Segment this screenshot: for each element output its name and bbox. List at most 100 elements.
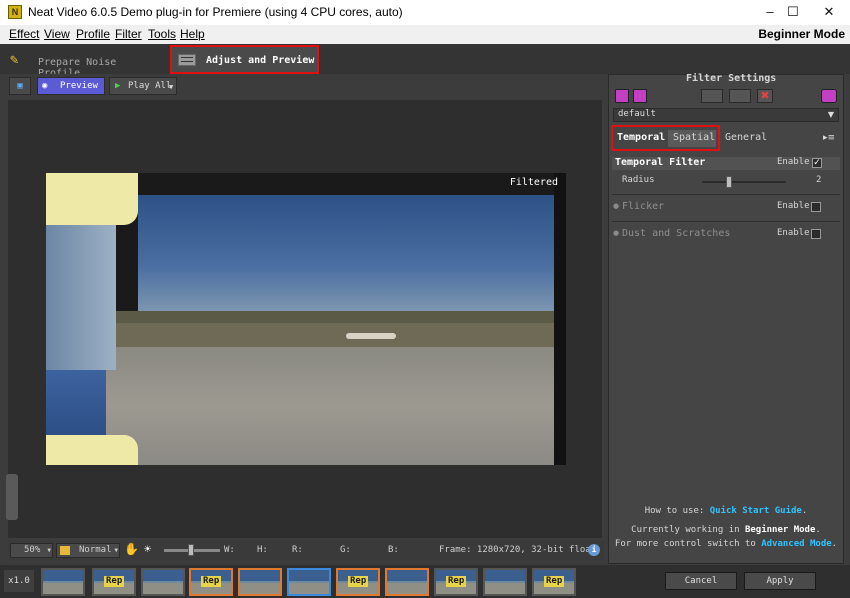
radius-label: Radius <box>622 175 655 185</box>
radius-slider-thumb[interactable] <box>726 176 732 188</box>
grass-region <box>46 323 566 347</box>
frame-thumbnail[interactable]: Rep <box>336 568 380 596</box>
wand-icon: ✎ <box>10 52 19 68</box>
film-edge-top <box>46 173 138 225</box>
flicker-label: Flicker <box>622 201 665 212</box>
frame-thumbnail[interactable]: Rep <box>532 568 576 596</box>
help-punct: . <box>831 539 838 549</box>
close-button[interactable]: ✕ <box>806 0 850 25</box>
menu-effect[interactable]: Effect <box>9 27 39 41</box>
b-readout: B: <box>388 545 399 555</box>
frame-thumbnail[interactable] <box>483 568 527 596</box>
menu-tools[interactable]: Tools <box>148 27 176 41</box>
frame-thumbnail[interactable] <box>141 568 185 596</box>
fit-view-button[interactable]: ▣ <box>9 77 31 95</box>
sky-region <box>138 195 558 313</box>
eye-icon: ◉ <box>42 81 48 91</box>
temporal-enable-label: Enable <box>777 157 810 167</box>
cancel-button[interactable]: Cancel <box>665 572 737 590</box>
preset-value: default <box>618 109 656 119</box>
undo-icon[interactable] <box>701 89 723 103</box>
frame-info: Frame: 1280x720, 32-bit float <box>439 545 597 555</box>
blend-mode-dropdown[interactable]: Normal ▼ <box>56 543 120 558</box>
video-frame: Filtered <box>46 173 566 465</box>
chevron-down-icon[interactable]: ▼ <box>169 79 173 95</box>
zoom-value: 50% <box>24 545 41 555</box>
preview-button[interactable]: ◉ Preview <box>37 77 105 95</box>
flicker-enable-label: Enable <box>777 201 810 211</box>
play-icon: ▶ <box>115 81 121 91</box>
film-edge-bottom <box>46 435 138 465</box>
sliders-icon <box>178 54 196 66</box>
frame-thumbnail[interactable]: Rep <box>92 568 136 596</box>
film-edge-blue <box>46 370 106 435</box>
advanced-mode-link[interactable]: Advanced Mode <box>761 539 831 549</box>
help-punct: . <box>815 525 821 535</box>
frame-thumbnail[interactable] <box>287 568 331 596</box>
h-readout: H: <box>257 545 268 555</box>
help-punct: . <box>801 506 808 516</box>
rep-badge: Rep <box>104 576 125 587</box>
delete-icon[interactable]: ✖ <box>757 89 773 103</box>
menu-view[interactable]: View <box>44 27 70 41</box>
open-preset-icon[interactable] <box>615 89 629 103</box>
quick-start-guide-link[interactable]: Quick Start Guide <box>710 506 802 516</box>
menu-help[interactable]: Help <box>180 27 205 41</box>
frame-thumbnail[interactable] <box>238 568 282 596</box>
radius-slider[interactable] <box>702 176 786 188</box>
temporal-enable-checkbox[interactable]: ✓ <box>812 158 822 168</box>
save-preset-icon[interactable] <box>633 89 647 103</box>
playback-speed[interactable]: x1.0 <box>4 570 34 592</box>
frame-thumbnail[interactable] <box>41 568 85 596</box>
info-icon[interactable]: i <box>588 544 600 556</box>
tab-adjust-and-preview[interactable]: Adjust and Preview <box>170 45 319 74</box>
blend-mode-value: Normal <box>79 545 112 555</box>
tab-strip: ✎ Prepare Noise Profile Adjust and Previ… <box>0 44 850 79</box>
hand-tool-icon[interactable]: ✋ <box>124 542 139 556</box>
preview-label: Preview <box>60 81 98 91</box>
flicker-enable-checkbox[interactable] <box>811 202 821 212</box>
dust-scratches-label: Dust and Scratches <box>622 228 731 239</box>
rep-badge: Rep <box>544 576 565 587</box>
frame-thumbnail[interactable] <box>385 568 429 596</box>
temporal-filter-label: Temporal Filter <box>615 157 706 168</box>
fit-icon: ▣ <box>17 81 23 91</box>
expand-icon[interactable]: ● <box>613 229 619 237</box>
subtab-general[interactable]: General <box>725 132 767 143</box>
dust-enable-label: Enable <box>777 228 810 238</box>
dust-enable-checkbox[interactable] <box>811 229 821 239</box>
info-preset-icon[interactable] <box>821 89 837 103</box>
subtab-temporal[interactable]: Temporal <box>617 132 665 143</box>
redo-icon[interactable] <box>729 89 751 103</box>
frame-strip: x1.0 Rep Rep Rep Rep Rep Cancel Apply <box>0 565 850 598</box>
window-title: Neat Video 6.0.5 Demo plug-in for Premie… <box>28 5 403 19</box>
brightness-slider-thumb[interactable] <box>188 544 194 556</box>
expand-icon[interactable]: ● <box>613 202 619 210</box>
airplane-shape <box>346 333 396 339</box>
video-viewer[interactable]: Filtered <box>8 100 602 538</box>
list-menu-icon[interactable]: ▸≡ <box>823 133 835 143</box>
r-readout: R: <box>292 545 303 555</box>
frame-thumbnail[interactable]: Rep <box>189 568 233 596</box>
menu-profile[interactable]: Profile <box>76 27 110 41</box>
mode-indicator[interactable]: Beginner Mode <box>758 27 845 41</box>
rep-badge: Rep <box>201 576 222 587</box>
tab-prepare-noise-profile[interactable]: ✎ Prepare Noise Profile <box>4 48 164 79</box>
menu-bar: Effect View Profile Filter Tools Help Be… <box>0 25 850 44</box>
play-all-label: Play All <box>128 81 172 91</box>
color-swatch-icon <box>60 546 70 555</box>
apply-button[interactable]: Apply <box>744 572 816 590</box>
menu-filter[interactable]: Filter <box>115 27 142 41</box>
temporal-filter-header: Temporal Filter Enable ✓ <box>612 157 840 170</box>
frame-thumbnail[interactable]: Rep <box>434 568 478 596</box>
current-mode-text: Beginner Mode <box>744 525 816 535</box>
app-icon: N <box>8 5 22 19</box>
brightness-icon[interactable]: ☀ <box>144 542 151 556</box>
subtab-spatial[interactable]: Spatial <box>673 132 715 143</box>
zoom-dropdown[interactable]: 50% ▼ <box>10 543 53 558</box>
brightness-slider[interactable] <box>164 544 220 556</box>
play-all-button[interactable]: ▶ Play All ▼ <box>109 77 177 95</box>
filter-settings-title: Filter Settings <box>686 73 777 84</box>
preset-dropdown[interactable]: default ▼ <box>613 108 839 122</box>
panel-collapse-handle[interactable] <box>6 474 18 520</box>
